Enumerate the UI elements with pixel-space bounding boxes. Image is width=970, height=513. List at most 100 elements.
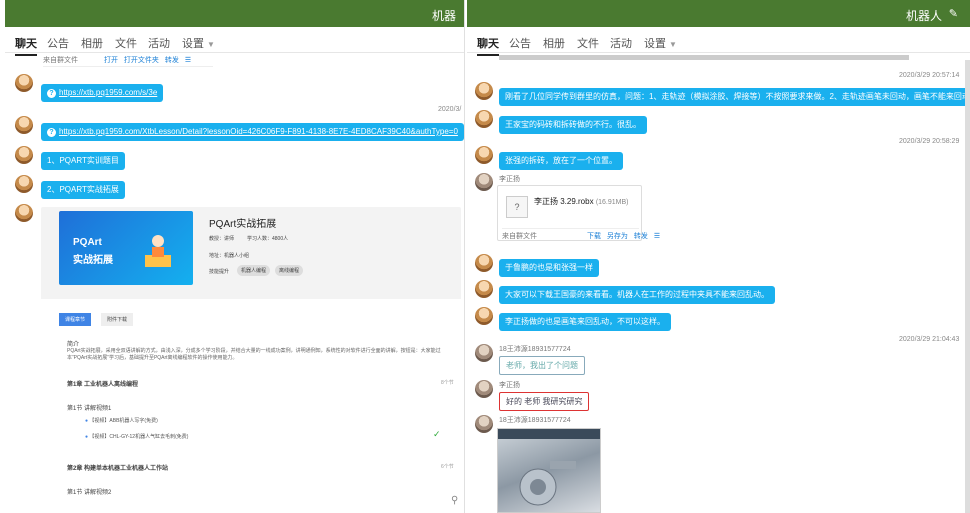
section-1-title: 第1节 讲解视频1 (67, 406, 112, 412)
sender-name: 18王沛源18931577724 (499, 417, 571, 424)
chevron-down-icon: ▼ (669, 40, 677, 49)
avatar[interactable] (475, 380, 493, 398)
save-as-link[interactable]: 另存为 (607, 233, 628, 240)
link-unknown-icon: ? (47, 89, 56, 98)
download-link[interactable]: 下载 (587, 233, 601, 240)
avatar[interactable] (475, 110, 493, 128)
tab-album[interactable]: 相册 (543, 35, 565, 51)
avatar[interactable] (475, 307, 493, 325)
intro-title: 简介 (67, 342, 80, 348)
tab-activity[interactable]: 活动 (610, 35, 632, 51)
tab-files[interactable]: 文件 (115, 35, 137, 51)
avatar[interactable] (15, 146, 33, 164)
open-folder-link[interactable]: 打开文件夹 (124, 57, 159, 64)
lesson-item[interactable]: ● 【视频】ABB机器人写字(免费) (85, 417, 158, 424)
avatar[interactable] (15, 204, 33, 222)
message-bubble[interactable]: 李正扬做的也是画笔来回乱动，不可以这样。 (499, 313, 671, 331)
right-tab-bar: 聊天 公告 相册 文件 活动 设置 ▼ (467, 27, 970, 56)
lesson-item[interactable]: ● 【视频】CHL-GY-12机器人气缸去毛刺(免费) (85, 433, 188, 440)
file-message-card[interactable]: ? 李正扬 3.29.robx (16.91MB) 来自群文件 下载 另存为 转… (497, 185, 660, 241)
chapter-1-title: 第1章 工业机器人离线编程 (67, 382, 139, 388)
robot-model-icon (519, 461, 576, 506)
banner-title: PQArt (73, 237, 102, 248)
tab-chat[interactable]: 聊天 (15, 35, 37, 56)
avatar[interactable] (475, 146, 493, 164)
tab-settings[interactable]: 设置 ▼ (644, 35, 677, 51)
avatar[interactable] (475, 82, 493, 100)
right-chat-window: 机器人 ✎ 聊天 公告 相册 文件 活动 设置 ▼ 2020/3/29 20:57… (467, 0, 970, 513)
avatar[interactable] (15, 175, 33, 193)
message-bubble[interactable]: 2、PQART实战拓展 (41, 181, 125, 199)
link-unknown-icon: ? (47, 128, 56, 137)
message-link[interactable]: https://xtb.pq1959.com/s/3e (59, 88, 157, 97)
edit-icon[interactable]: ✎ (949, 7, 958, 20)
zoom-icon[interactable]: ⚲ (451, 495, 458, 506)
message-bubble[interactable]: 于鲁鹏的也是和张强一样 (499, 259, 599, 277)
section-2-title: 第1节 讲解视频2 (67, 490, 112, 496)
tab-files[interactable]: 文件 (577, 35, 599, 51)
menu-icon[interactable]: ☰ (185, 57, 191, 64)
message-bubble[interactable]: ? https://xtb.pq1959.com/s/3e (41, 84, 164, 102)
open-file-link[interactable]: 打开 (104, 57, 118, 64)
course-preview-card[interactable]: PQArt 实战拓展 PQArt实战拓展 教授：讲师 学习人数：4800人 地址… (41, 207, 461, 512)
course-detail-panel: 课程章节 附件下载 简介 PQArt实战拓展，采用全双语讲解的方式，由浅入深，分… (41, 299, 461, 512)
lesson-item-label: 【视频】ABB机器人写字(免费) (89, 418, 158, 424)
message-bubble[interactable]: 张强的拆砖，放在了一个位置。 (499, 152, 623, 170)
sender-name: 李正扬 (499, 176, 520, 183)
avatar[interactable] (475, 280, 493, 298)
avatar[interactable] (475, 415, 493, 433)
image-titlebar (498, 429, 600, 439)
course-title: PQArt实战拓展 (209, 219, 277, 230)
chapter-2-title: 第2章 构建单本机器工业机器人工作站 (67, 466, 169, 472)
sender-name: 18王沛源18931577724 (499, 346, 571, 353)
tag-chip[interactable]: 离线编程 (275, 265, 304, 276)
tab-course-chapters[interactable]: 课程章节 (59, 313, 92, 326)
sender-name: 李正扬 (499, 382, 520, 389)
chevron-down-icon: ▼ (207, 40, 215, 49)
course-banner: PQArt 实战拓展 (59, 211, 193, 285)
message-bubble[interactable]: ? https://xtb.pq1959.com/XtbLesson/Detail… (41, 123, 464, 141)
avatar[interactable] (475, 344, 493, 362)
tab-activity[interactable]: 活动 (148, 35, 170, 51)
tab-album[interactable]: 相册 (81, 35, 103, 51)
avatar[interactable] (15, 116, 33, 134)
screenshot-root: 机器 聊天 公告 相册 文件 活动 设置 ▼ 来自群文件 打开 打开文件夹 转发 … (0, 0, 970, 513)
message-bubble[interactable]: 老师，我出了个问题 (499, 356, 585, 375)
tab-settings-label: 设置 (182, 38, 204, 50)
tab-announcement[interactable]: 公告 (47, 35, 69, 51)
previous-image-edge (499, 55, 909, 60)
message-link[interactable]: https://xtb.pq1959.com/XtbLesson/Detail?… (59, 127, 458, 136)
left-tab-bar: 聊天 公告 相册 文件 活动 设置 ▼ (5, 27, 464, 56)
tab-settings[interactable]: 设置 ▼ (182, 35, 215, 51)
message-timestamp: 2020/3/29 20:58:29 (899, 138, 960, 145)
menu-icon[interactable]: ☰ (654, 233, 660, 240)
message-bubble[interactable]: 大家可以下载王国豪的来看看。机器人在工作的过程中夹具不能来回乱动。 (499, 286, 775, 304)
file-name-text: 李正扬 3.29.robx (534, 197, 594, 206)
message-bubble[interactable]: 刚看了几位同学传到群里的仿真，问题：1、走轨迹（模拟涂胶、焊接等）不按照要求来做… (499, 88, 970, 106)
tab-announcement[interactable]: 公告 (509, 35, 531, 51)
avatar[interactable] (15, 74, 33, 92)
file-source-label: 来自群文件 (43, 57, 78, 64)
message-timestamp: 2020/3/29 21:04:43 (899, 336, 960, 343)
message-bubble[interactable]: 好的 老师 我研究研究 (499, 392, 590, 411)
tab-chat[interactable]: 聊天 (477, 35, 499, 56)
avatar[interactable] (475, 173, 493, 191)
message-bubble[interactable]: 王家宝的码砖和拆砖做的不行。很乱。 (499, 116, 647, 134)
play-icon: ● (85, 418, 89, 424)
tab-settings-label: 设置 (644, 38, 666, 50)
file-size: (16.91MB) (595, 199, 629, 206)
tab-attachment-download[interactable]: 附件下载 (101, 313, 134, 326)
shared-screenshot-image[interactable] (497, 428, 601, 513)
course-meta-learners: 学习人数：4800人 (247, 236, 289, 242)
robot-illustration-icon (141, 229, 175, 271)
forward-link[interactable]: 转发 (634, 233, 648, 240)
play-icon: ● (85, 434, 89, 440)
chat-scrollbar[interactable] (965, 60, 970, 513)
message-timestamp: 2020/3/ (438, 106, 462, 113)
message-timestamp: 2020/3/29 20:57:14 (899, 72, 960, 79)
intro-text: PQArt实战拓展，采用全双语讲解的方式，由浅入深，分成多个学习阶段，并结合大量… (67, 348, 441, 361)
avatar[interactable] (475, 254, 493, 272)
message-bubble[interactable]: 1、PQART实训题目 (41, 152, 125, 170)
tag-chip[interactable]: 机器人编程 (237, 265, 271, 276)
forward-link[interactable]: 转发 (165, 57, 179, 64)
